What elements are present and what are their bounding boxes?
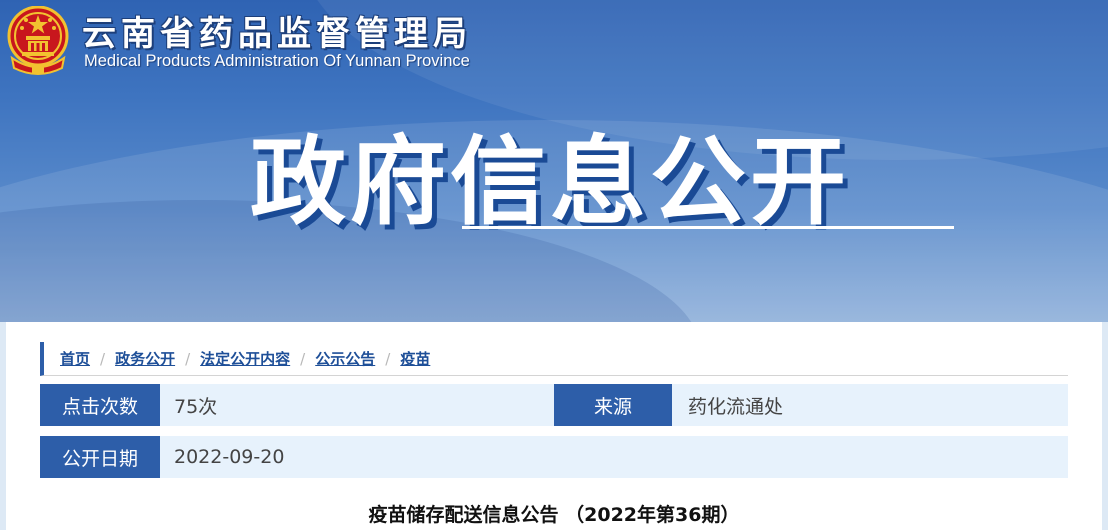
national-emblem-icon <box>7 6 69 75</box>
breadcrumb-separator: / <box>185 349 191 368</box>
article-title: 疫苗储存配送信息公告 （2022年第36期） <box>368 504 740 526</box>
breadcrumb-government-affairs[interactable]: 政务公开 <box>115 348 175 369</box>
clicks-value: 75次 <box>174 395 218 418</box>
publish-date-value: 2022-09-20 <box>174 446 285 468</box>
info-row-date: 公开日期 2022-09-20 <box>40 436 1068 478</box>
breadcrumb-announcements[interactable]: 公示公告 <box>315 348 375 369</box>
breadcrumb-home[interactable]: 首页 <box>60 348 90 369</box>
clicks-label: 点击次数 <box>40 384 160 426</box>
breadcrumb-separator: / <box>385 349 391 368</box>
breadcrumb: 首页 / 政务公开 / 法定公开内容 / 公示公告 / 疫苗 <box>40 342 1068 376</box>
header-banner: 云南省药品监督管理局 Medical Products Administrati… <box>0 0 1108 322</box>
breadcrumb-vaccine[interactable]: 疫苗 <box>400 348 430 369</box>
source-label: 来源 <box>554 384 672 426</box>
breadcrumb-separator: / <box>300 349 306 368</box>
site-title-en: Medical Products Administration Of Yunna… <box>84 52 470 70</box>
breadcrumb-separator: / <box>100 349 106 368</box>
content-panel: 首页 / 政务公开 / 法定公开内容 / 公示公告 / 疫苗 点击次数 75次 … <box>6 322 1102 530</box>
source-value: 药化流通处 <box>688 395 784 418</box>
publish-date-label: 公开日期 <box>40 436 160 478</box>
banner-heading: 政府信息公开 <box>250 126 850 238</box>
banner-underline <box>462 226 954 229</box>
info-row-clicks-source: 点击次数 75次 来源 药化流通处 <box>40 384 1068 426</box>
site-title-cn[interactable]: 云南省药品监督管理局 <box>82 6 472 55</box>
breadcrumb-statutory-disclosure[interactable]: 法定公开内容 <box>200 348 290 369</box>
